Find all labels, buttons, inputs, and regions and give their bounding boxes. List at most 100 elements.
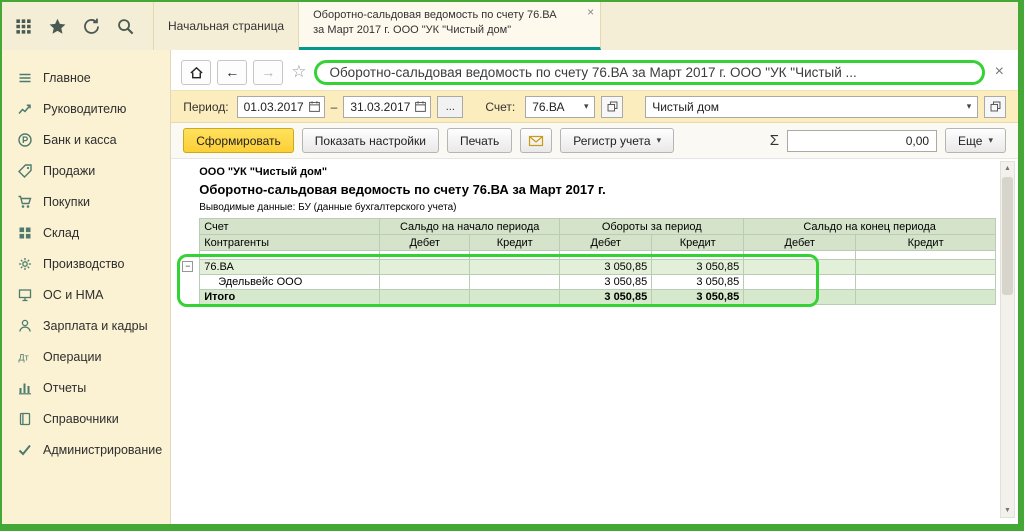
vertical-scrollbar[interactable]: ▲ ▼ [1000,161,1015,518]
tab-report-active[interactable]: Оборотно-сальдовая ведомость по счету 76… [299,2,601,50]
cell-turn-credit[interactable]: 3 050,85 [652,260,744,275]
sidebar-item-label: Операции [43,350,101,364]
back-button[interactable]: ← [217,60,247,85]
cell-turn-debit[interactable]: 3 050,85 [560,290,652,305]
annotation-title-highlight: Оборотно-сальдовая ведомость по счету 76… [314,60,984,85]
cell-end-debit[interactable] [744,260,856,275]
period-dash: – [331,100,338,114]
fixed-assets-icon [17,287,33,303]
report-data-note: Выводимые данные: БУ (данные бухгалтерск… [199,200,996,216]
organization-value: Чистый дом [652,100,719,114]
date-from-field[interactable]: 01.03.2017 [237,96,325,118]
sidebar-item-purchases[interactable]: Покупки [2,186,170,217]
sidebar-item-assets[interactable]: ОС и НМА [2,279,170,310]
tab-home[interactable]: Начальная страница [154,2,299,50]
sidebar-item-administration[interactable]: Администрирование [2,434,170,465]
report-title: Оборотно-сальдовая ведомость по счету 76… [199,180,996,200]
sidebar-item-main[interactable]: Главное [2,62,170,93]
tree-collapse-icon[interactable]: − [182,261,193,272]
top-panel: Начальная страница Оборотно-сальдовая ве… [2,2,1018,50]
organization-combo[interactable]: Чистый дом ▾ [645,96,978,118]
register-label: Регистр учета [573,134,650,148]
debit-credit-icon: Дт [17,349,33,365]
print-button[interactable]: Печать [447,128,512,153]
account-open-button[interactable] [601,96,623,118]
generate-button[interactable]: Сформировать [183,128,294,153]
chevron-down-icon[interactable]: ▾ [961,101,977,112]
quick-icons [2,2,153,50]
report-body: ООО "УК "Чистый дом" Оборотно-сальдовая … [171,159,1018,524]
account-label: Счет: [485,100,515,114]
cell-end-credit[interactable] [856,290,996,305]
sidebar-item-manager[interactable]: Руководителю [2,93,170,124]
close-report-icon[interactable]: × [991,63,1008,81]
toolbar-right-group: Σ 0,00 Еще ▾ [770,128,1006,153]
table-row-counterparty[interactable]: Эдельвейс ООО 3 050,85 3 050,85 [200,275,996,290]
sidebar-item-hr[interactable]: Зарплата и кадры [2,310,170,341]
cell-start-debit[interactable] [380,275,470,290]
scrollbar-thumb[interactable] [1002,177,1013,295]
sidebar-item-label: Продажи [43,164,95,178]
scroll-up-icon[interactable]: ▲ [1001,162,1014,175]
apps-menu-icon[interactable] [14,17,33,36]
cell-start-debit[interactable] [380,260,470,275]
sum-value: 0,00 [906,134,929,148]
cell-turn-debit[interactable]: 3 050,85 [560,260,652,275]
show-settings-button[interactable]: Показать настройки [302,128,439,153]
cell-turn-debit[interactable]: 3 050,85 [560,275,652,290]
history-icon[interactable] [82,17,101,36]
date-to-field[interactable]: 31.03.2017 [343,96,431,118]
col-group-end: Сальдо на конец периода [744,219,996,235]
cell-start-credit[interactable] [470,260,560,275]
sidebar-item-bank[interactable]: Банк и касса [2,124,170,155]
favorite-toggle-icon[interactable]: ☆ [289,62,308,82]
chevron-down-icon[interactable]: ▾ [578,101,594,112]
table-row-account[interactable]: 76.ВА 3 050,85 3 050,85 [200,260,996,275]
sidebar-item-label: Главное [43,71,91,85]
calendar-icon[interactable] [411,97,430,117]
table-header-groups: Счет Сальдо на начало периода Обороты за… [200,219,996,235]
sidebar-item-warehouse[interactable]: Склад [2,217,170,248]
cell-account[interactable]: Эдельвейс ООО [200,275,380,290]
col-account: Счет [200,219,380,235]
price-tag-icon [17,163,33,179]
cell-end-credit[interactable] [856,275,996,290]
open-list-icon [606,100,619,113]
scroll-down-icon[interactable]: ▼ [1001,504,1014,517]
sidebar-item-reports[interactable]: Отчеты [2,372,170,403]
cell-start-credit[interactable] [470,275,560,290]
favorites-star-icon[interactable] [48,17,67,36]
cell-end-credit[interactable] [856,260,996,275]
content-area: Главное Руководителю Банк и касса Продаж… [2,50,1018,524]
cell-start-debit[interactable] [380,290,470,305]
period-options-button[interactable]: ... [437,96,463,118]
sidebar-item-operations[interactable]: Дт Операции [2,341,170,372]
sidebar-item-sales[interactable]: Продажи [2,155,170,186]
search-icon[interactable] [116,17,135,36]
register-menu-button[interactable]: Регистр учета ▾ [560,128,674,153]
more-button[interactable]: Еще ▾ [945,128,1006,153]
cell-turn-credit[interactable]: 3 050,85 [652,275,744,290]
cell-account[interactable]: 76.ВА [200,260,380,275]
tab-close-icon[interactable]: × [587,5,594,19]
forward-button[interactable]: → [253,60,283,85]
sidebar-item-production[interactable]: Производство [2,248,170,279]
table-row-total[interactable]: Итого 3 050,85 3 050,85 [200,290,996,305]
col-group-start: Сальдо на начало периода [380,219,560,235]
account-combo[interactable]: 76.ВА ▾ [525,96,595,118]
cell-end-debit[interactable] [744,275,856,290]
sidebar-item-label: Зарплата и кадры [43,319,148,333]
home-button[interactable] [181,60,211,85]
col-debit: Дебет [560,235,652,251]
sidebar-item-directories[interactable]: Справочники [2,403,170,434]
cell-end-debit[interactable] [744,290,856,305]
cell-start-credit[interactable] [470,290,560,305]
sum-field[interactable]: 0,00 [787,130,937,152]
calendar-icon[interactable] [305,97,324,117]
sidebar-item-label: Производство [43,257,125,271]
cell-turn-credit[interactable]: 3 050,85 [652,290,744,305]
envelope-icon [528,133,544,149]
send-email-button[interactable] [520,128,552,153]
organization-open-button[interactable] [984,96,1006,118]
cell-account[interactable]: Итого [200,290,380,305]
